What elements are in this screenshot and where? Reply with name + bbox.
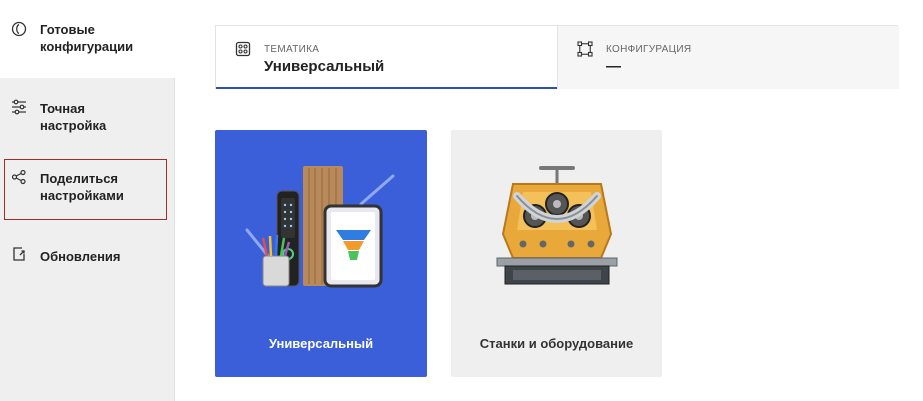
- sidebar: Готовые конфигурации Точная настройка По…: [0, 0, 175, 401]
- sidebar-item-label: Обновления: [40, 249, 121, 264]
- sidebar-item-fine-tuning[interactable]: Точная настройка: [0, 78, 175, 156]
- card-label: Универсальный: [268, 336, 374, 351]
- tab-caption: Конфигурация: [606, 44, 692, 55]
- tab-value: Универсальный: [264, 58, 385, 75]
- sliders-icon: [12, 99, 26, 115]
- circle-swirl-icon: [11, 21, 27, 37]
- sidebar-item-share-settings[interactable]: Поделиться настройками: [4, 159, 167, 220]
- tab-caption: Тематика: [264, 44, 320, 55]
- config-icon: [577, 41, 593, 57]
- sidebar-item-label: Точная: [40, 101, 85, 116]
- config-tabs: Тематика Универсальный Конфигурация —: [215, 25, 899, 89]
- sidebar-item-label: Готовые: [40, 22, 95, 37]
- theme-icon: [235, 41, 251, 57]
- sidebar-item-ready-configs[interactable]: Готовые конфигурации: [0, 0, 175, 78]
- sidebar-item-label: конфигурации: [40, 39, 134, 54]
- sidebar-item-updates[interactable]: Обновления: [0, 235, 175, 275]
- sidebar-item-label: настройка: [40, 118, 107, 133]
- machine-tool-illustration: [496, 166, 618, 285]
- update-icon: [13, 247, 25, 261]
- theme-card-machines[interactable]: Станки и оборудование: [451, 130, 662, 377]
- sidebar-item-label: Поделиться: [40, 171, 119, 186]
- share-icon: [11, 169, 26, 185]
- theme-card-universal[interactable]: Универсальный: [215, 130, 427, 377]
- card-label: Станки и оборудование: [479, 336, 634, 351]
- sidebar-item-label: настройками: [40, 188, 124, 203]
- tab-value: —: [606, 58, 621, 75]
- universal-theme-illustration: [245, 166, 395, 288]
- tab-configuration[interactable]: Конфигурация —: [557, 26, 899, 89]
- tab-theme[interactable]: Тематика Универсальный: [216, 26, 557, 89]
